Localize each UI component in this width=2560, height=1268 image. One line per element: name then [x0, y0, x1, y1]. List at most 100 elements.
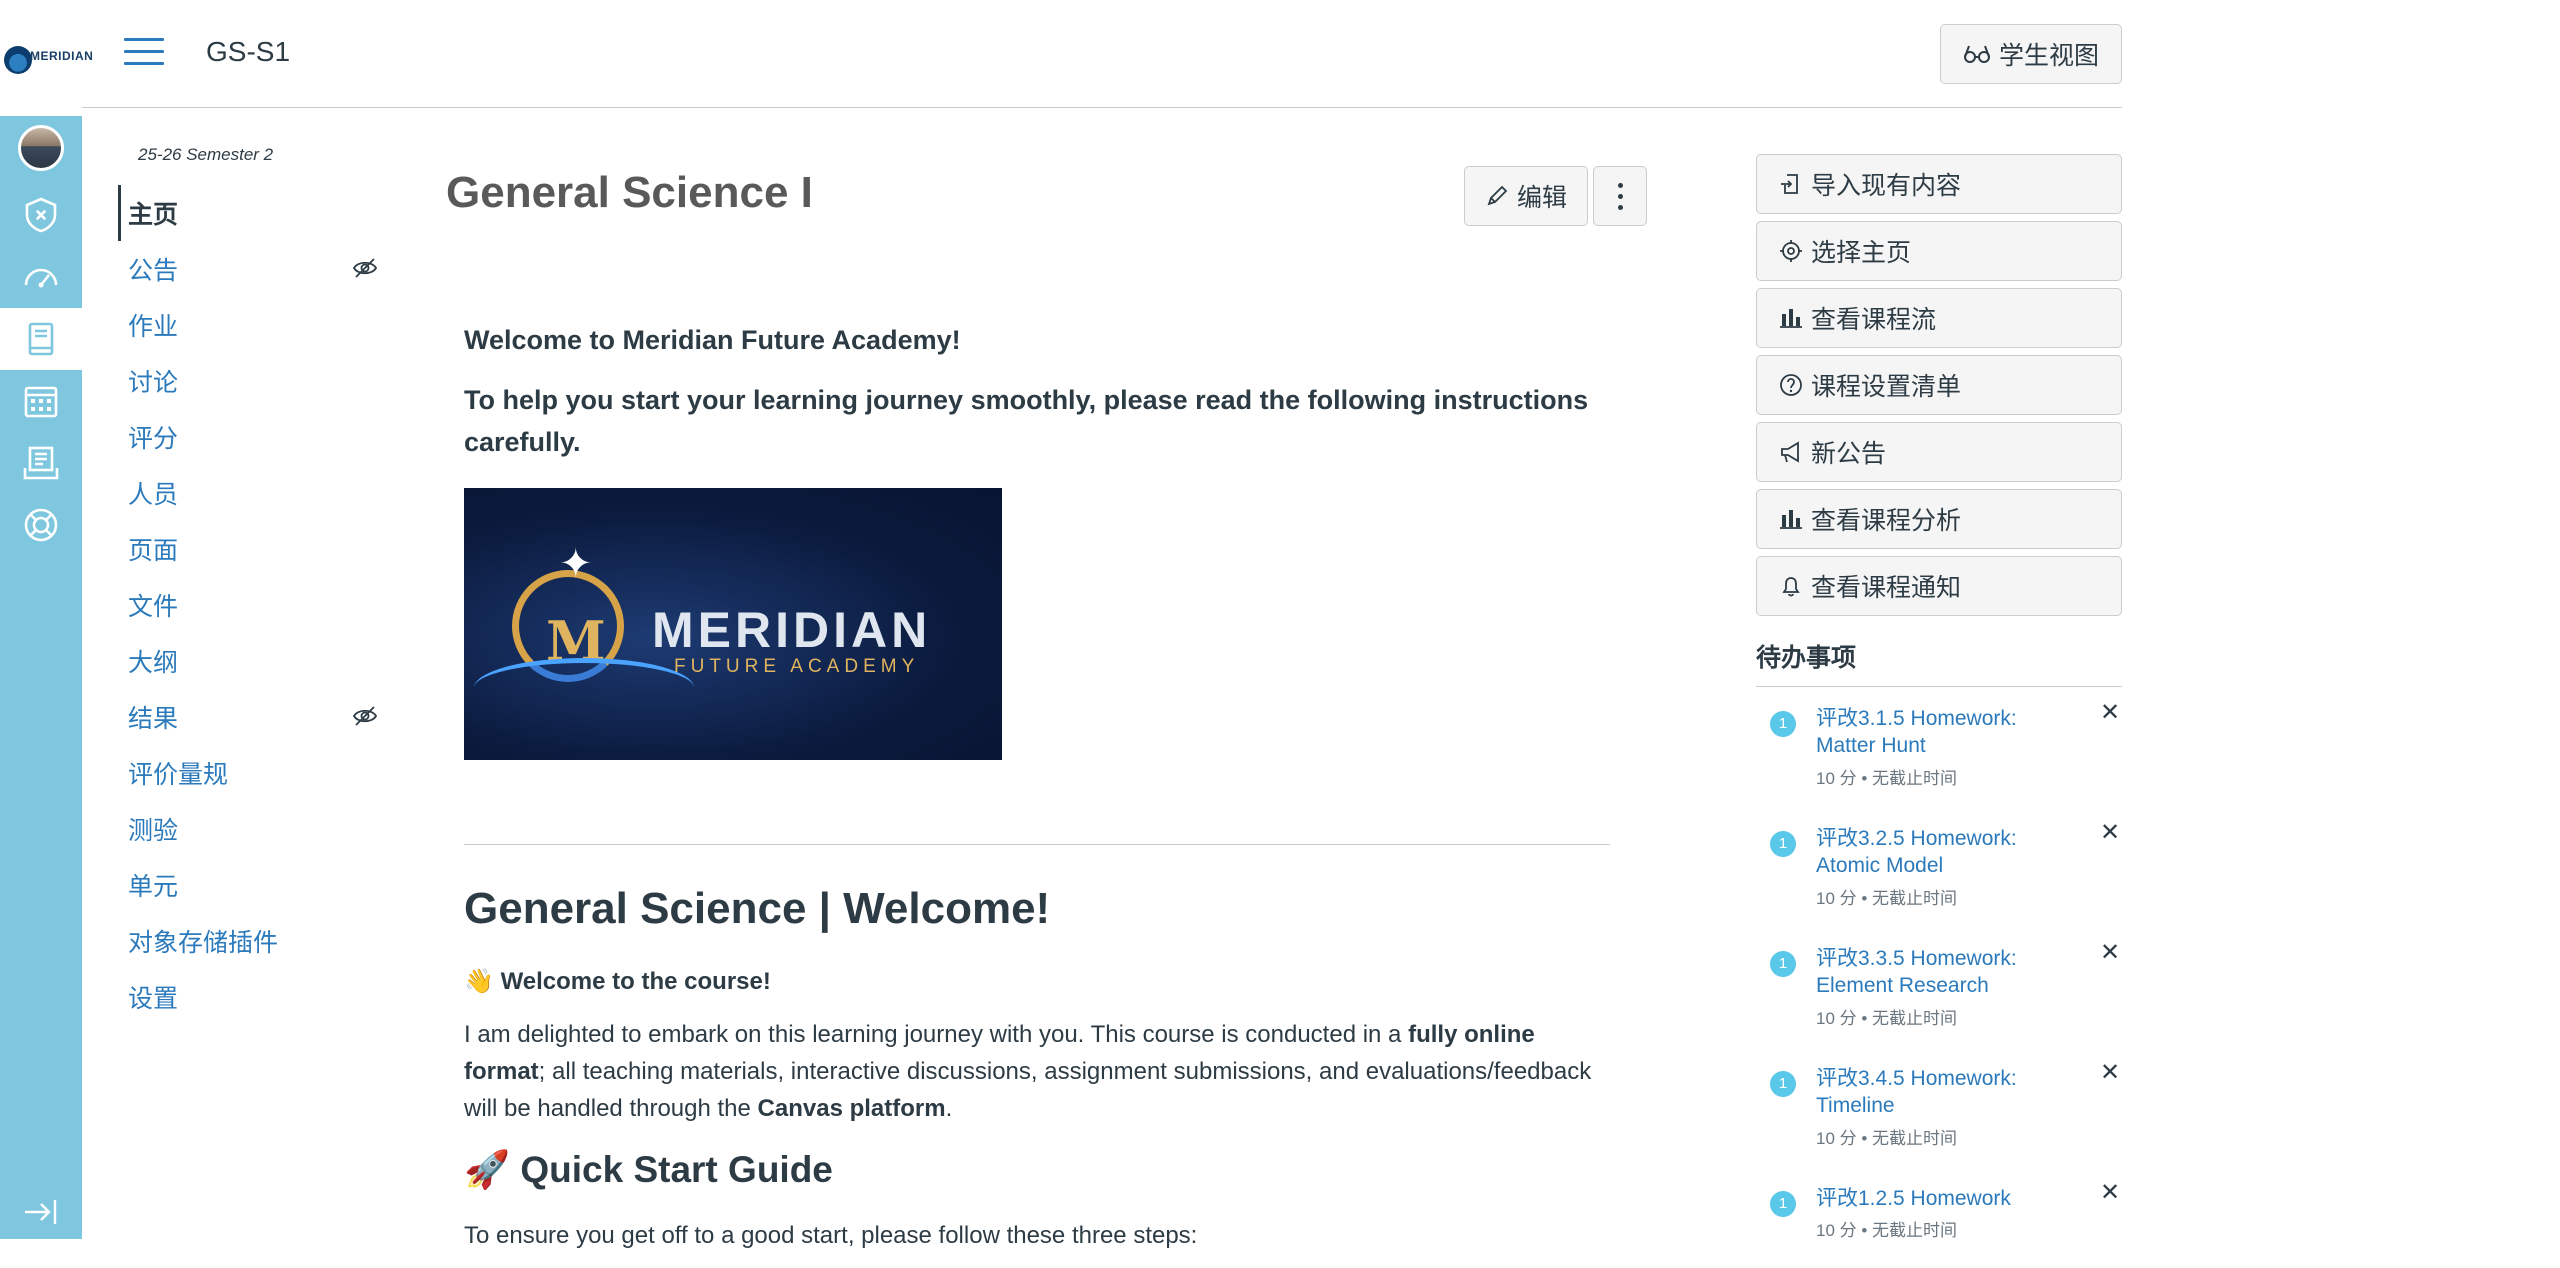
- calendar-icon: [24, 386, 58, 418]
- course-nav-rubrics[interactable]: 评价量规: [118, 745, 378, 801]
- term-label: 25-26 Semester 2: [138, 145, 274, 164]
- course-welcome-text: Welcome to the course!: [500, 967, 771, 995]
- course-nav-grades[interactable]: 评分: [118, 409, 378, 465]
- import-content-button[interactable]: 导入现有内容: [1756, 154, 2122, 214]
- close-icon[interactable]: ✕: [2098, 941, 2122, 965]
- collapse-icon: [25, 1200, 57, 1224]
- sidebar-button-label: 查看课程通知: [1811, 574, 1962, 602]
- course-setup-checklist-button[interactable]: 课程设置清单: [1756, 355, 2122, 415]
- global-nav-admin[interactable]: [0, 184, 82, 246]
- shield-icon: [25, 197, 57, 233]
- target-icon: [1780, 240, 1802, 262]
- edit-button[interactable]: 编辑: [1464, 166, 1589, 226]
- global-nav-dashboard[interactable]: [0, 246, 82, 308]
- course-nav-label: 公告: [128, 257, 179, 285]
- course-nav-people[interactable]: 人员: [118, 465, 378, 521]
- banner-brand-sub: FUTURE ACADEMY: [674, 655, 920, 677]
- view-course-analytics-button[interactable]: 查看课程分析: [1756, 489, 2122, 549]
- courses-icon: [28, 322, 54, 356]
- sidebar-button-label: 新公告: [1811, 440, 1887, 468]
- course-nav-pages[interactable]: 页面: [118, 521, 378, 577]
- global-nav-courses[interactable]: [0, 308, 82, 370]
- course-nav-syllabus[interactable]: 大纲: [118, 633, 378, 689]
- bell-icon: [1782, 577, 1800, 597]
- todo-link[interactable]: 评改3.4.5 Homework: Timeline: [1816, 1065, 2046, 1120]
- academy-banner-image: ✦ M MERIDIAN FUTURE ACADEMY: [464, 487, 1002, 760]
- para-text: ; all teaching materials, interactive di…: [464, 1058, 1592, 1123]
- course-nav-settings[interactable]: 设置: [118, 969, 378, 1025]
- course-nav-assignments[interactable]: 作业: [118, 297, 378, 353]
- eye-off-icon: [352, 258, 378, 278]
- course-nav-object-storage[interactable]: 对象存储插件: [118, 913, 378, 969]
- course-nav-quizzes[interactable]: 测验: [118, 801, 378, 857]
- student-view-button[interactable]: 学生视图: [1939, 24, 2122, 84]
- global-nav-inbox[interactable]: [0, 432, 82, 494]
- todo-link[interactable]: 评改3.3.5 Homework: Element Research: [1816, 945, 2046, 1000]
- sidebar-button-label: 课程设置清单: [1811, 373, 1962, 401]
- todo-link[interactable]: 评改3.2.5 Homework: Atomic Model: [1816, 825, 2046, 880]
- para-text: .: [945, 1095, 953, 1123]
- close-icon[interactable]: ✕: [2098, 1181, 2122, 1205]
- bar-chart-icon: [1780, 510, 1802, 529]
- inbox-icon: [23, 446, 59, 480]
- sidebar-button-label: 导入现有内容: [1811, 172, 1962, 200]
- todo-heading: 待办事项: [1756, 638, 2122, 687]
- hamburger-menu-icon[interactable]: [124, 38, 164, 68]
- view-course-stream-button[interactable]: 查看课程流: [1756, 288, 2122, 348]
- global-nav-account[interactable]: [0, 117, 82, 179]
- close-icon[interactable]: ✕: [2098, 701, 2122, 725]
- banner-star-icon: ✦: [559, 541, 593, 586]
- course-nav-home[interactable]: 主页: [118, 185, 378, 241]
- question-icon: [1780, 374, 1802, 396]
- divider: [464, 843, 1610, 845]
- dashboard-icon: [24, 268, 58, 288]
- todo-count-badge: 1: [1770, 1071, 1796, 1097]
- close-icon[interactable]: ✕: [2098, 821, 2122, 845]
- todo-item: 1 评改3.4.5 Homework: Timeline 10 分 • 无截止时…: [1756, 1047, 2122, 1167]
- course-nav-label: 结果: [128, 705, 179, 733]
- bar-chart-icon: [1780, 309, 1802, 328]
- todo-item: 1 评改1.2.5 Homework 10 分 • 无截止时间 ✕: [1756, 1167, 2122, 1267]
- todo-meta: 10 分 • 无截止时间: [1816, 768, 1958, 788]
- todo-link[interactable]: 评改1.2.5 Homework: [1816, 1185, 2046, 1212]
- course-code-breadcrumb[interactable]: GS-S1: [206, 36, 290, 68]
- course-sidebar: 导入现有内容 选择主页 查看课程流 课程设置清单 新公告 查看课程分析 查看课程…: [1756, 154, 2122, 1267]
- intro-paragraph: I am delighted to embark on this learnin…: [464, 1016, 1610, 1128]
- global-nav: MERIDIAN: [0, 0, 93, 1239]
- course-nav-discussions[interactable]: 讨论: [118, 353, 378, 409]
- course-nav: 25-26 Semester 2 主页 公告 作业 讨论 评分 人员 页面 文件…: [118, 145, 378, 1025]
- global-nav-calendar[interactable]: [0, 370, 82, 432]
- todo-link[interactable]: 评改3.1.5 Homework: Matter Hunt: [1816, 705, 2046, 760]
- todo-item: 1 评改3.2.5 Homework: Atomic Model 10 分 • …: [1756, 807, 2122, 927]
- todo-meta: 10 分 • 无截止时间: [1816, 1128, 1958, 1148]
- wave-emoji-icon: 👋: [464, 967, 494, 995]
- pencil-icon: [1487, 185, 1508, 206]
- glasses-icon: [1963, 45, 1990, 63]
- todo-count-badge: 1: [1770, 831, 1796, 857]
- para-bold: Canvas platform: [757, 1095, 946, 1123]
- institution-logo[interactable]: MERIDIAN: [0, 0, 93, 116]
- todo-meta: 10 分 • 无截止时间: [1816, 888, 1958, 908]
- quick-start-heading: 🚀 Quick Start Guide: [464, 1141, 1610, 1198]
- course-nav-announcements[interactable]: 公告: [118, 241, 378, 297]
- more-options-button[interactable]: [1593, 166, 1647, 226]
- course-nav-modules[interactable]: 单元: [118, 857, 378, 913]
- global-nav-collapse[interactable]: [0, 1190, 82, 1234]
- view-course-notifications-button[interactable]: 查看课程通知: [1756, 556, 2122, 616]
- choose-home-page-button[interactable]: 选择主页: [1756, 221, 2122, 281]
- rocket-emoji-icon: 🚀: [464, 1149, 511, 1191]
- course-nav-outcomes[interactable]: 结果: [118, 689, 378, 745]
- todo-count-badge: 1: [1770, 1191, 1796, 1217]
- todo-count-badge: 1: [1770, 951, 1796, 977]
- page-body: Welcome to Meridian Future Academy! To h…: [464, 320, 1610, 1268]
- logo-mark-icon: [4, 46, 32, 74]
- close-icon[interactable]: ✕: [2098, 1061, 2122, 1085]
- quick-start-text: Quick Start Guide: [520, 1149, 833, 1191]
- course-nav-files[interactable]: 文件: [118, 577, 378, 633]
- todo-meta: 10 分 • 无截止时间: [1816, 1221, 1958, 1241]
- new-announcement-button[interactable]: 新公告: [1756, 422, 2122, 482]
- global-nav-help[interactable]: [0, 494, 82, 556]
- help-icon: [24, 508, 58, 542]
- page-title: General Science I: [446, 168, 813, 217]
- page-header: GS-S1 学生视图: [82, 0, 2122, 108]
